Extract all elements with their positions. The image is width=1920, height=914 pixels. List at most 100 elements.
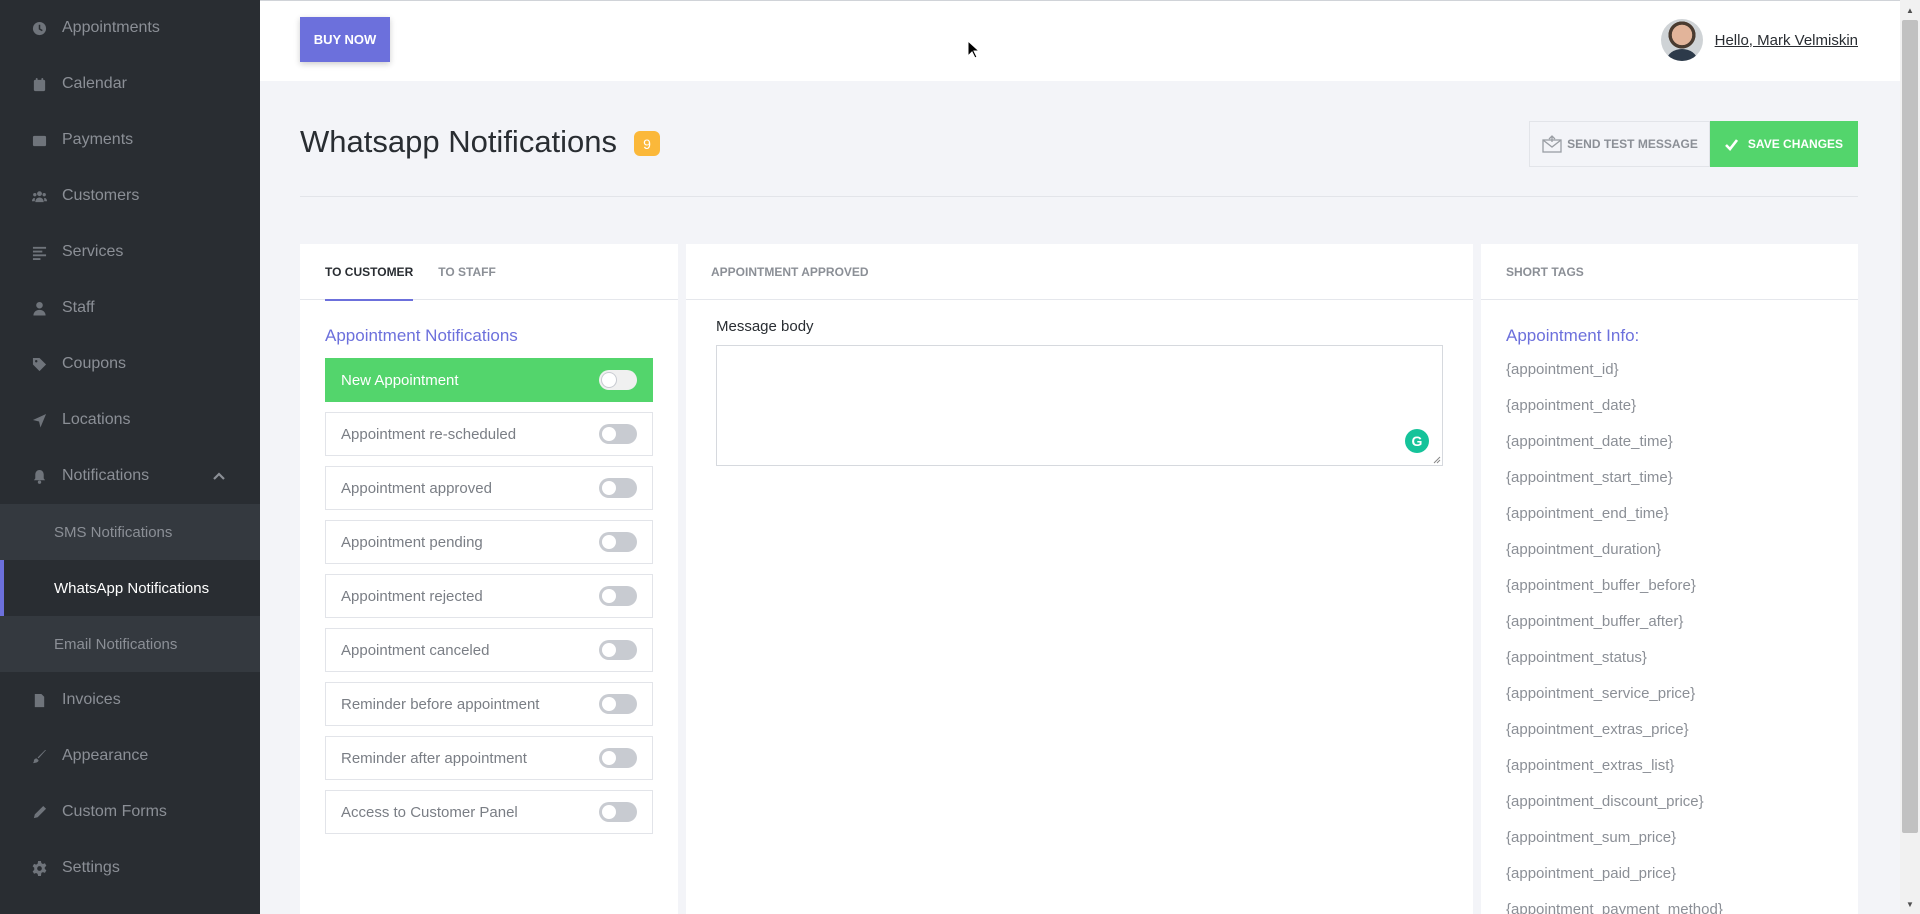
- sidebar-item-services[interactable]: Services: [0, 224, 260, 280]
- short-tag[interactable]: {appointment_extras_list}: [1481, 748, 1858, 784]
- sidebar-item-locations[interactable]: Locations: [0, 392, 260, 448]
- short-tag[interactable]: {appointment_discount_price}: [1481, 784, 1858, 820]
- notification-label: Reminder after appointment: [341, 749, 527, 767]
- sidebar-item-label: Coupons: [62, 355, 127, 372]
- sidebar-item-notifications[interactable]: Notifications: [0, 448, 260, 504]
- sidebar-item-payments[interactable]: Payments: [0, 112, 260, 168]
- short-tag[interactable]: {appointment_buffer_before}: [1481, 568, 1858, 604]
- notification-toggle[interactable]: [599, 640, 637, 660]
- sidebar-item-sms-notifications[interactable]: SMS Notifications: [0, 504, 260, 560]
- short-tag[interactable]: {appointment_end_time}: [1481, 496, 1858, 532]
- sidebar: Appointments Calendar Payments Customers…: [0, 0, 260, 914]
- notification-item-appointment-rescheduled[interactable]: Appointment re-scheduled: [325, 412, 653, 456]
- notification-toggle[interactable]: [599, 802, 637, 822]
- wallet-icon: [30, 131, 48, 149]
- sidebar-item-appointments[interactable]: Appointments: [0, 0, 260, 56]
- tab-to-customer[interactable]: TO CUSTOMER: [325, 244, 414, 301]
- send-test-message-label: SEND TEST MESSAGE: [1567, 137, 1698, 151]
- notification-toggle[interactable]: [599, 532, 637, 552]
- check-icon: [1725, 138, 1738, 151]
- notification-label: Access to Customer Panel: [341, 803, 518, 821]
- notification-toggle[interactable]: [599, 424, 637, 444]
- grammarly-icon[interactable]: G: [1405, 429, 1429, 453]
- message-body-textarea[interactable]: G: [716, 345, 1443, 466]
- notification-item-appointment-approved[interactable]: Appointment approved: [325, 466, 653, 510]
- page-title: Whatsapp Notifications: [300, 124, 618, 159]
- sidebar-item-whatsapp-notifications[interactable]: WhatsApp Notifications: [0, 560, 260, 616]
- avatar[interactable]: [1660, 19, 1703, 61]
- notification-item-appointment-canceled[interactable]: Appointment canceled: [325, 628, 653, 672]
- sidebar-item-email-notifications[interactable]: Email Notifications: [0, 616, 260, 672]
- notification-item-reminder-before[interactable]: Reminder before appointment: [325, 682, 653, 726]
- scroll-down-arrow-icon[interactable]: ▼: [1900, 896, 1920, 912]
- user-name-link[interactable]: Hello, Mark Velmiskin: [1715, 32, 1858, 49]
- notification-toggle[interactable]: [599, 748, 637, 768]
- save-changes-button[interactable]: SAVE CHANGES: [1710, 121, 1858, 167]
- sidebar-item-coupons[interactable]: Coupons: [0, 336, 260, 392]
- recipient-tabs: TO CUSTOMER TO STAFF: [300, 244, 678, 301]
- short-tag[interactable]: {appointment_buffer_after}: [1481, 604, 1858, 640]
- users-icon: [30, 187, 48, 205]
- notification-toggle[interactable]: [599, 478, 637, 498]
- buy-now-button[interactable]: BUY NOW: [300, 17, 390, 62]
- editor-title: APPOINTMENT APPROVED: [711, 264, 869, 279]
- short-tag[interactable]: {appointment_extras_price}: [1481, 712, 1858, 748]
- sidebar-item-settings[interactable]: Settings: [0, 840, 260, 896]
- notification-label: Appointment canceled: [341, 641, 490, 659]
- short-tag[interactable]: {appointment_date_time}: [1481, 424, 1858, 460]
- location-arrow-icon: [30, 411, 48, 429]
- sidebar-item-label: WhatsApp Notifications: [54, 579, 210, 597]
- short-tags-header: SHORT TAGS: [1481, 244, 1858, 300]
- user-menu[interactable]: Hello, Mark Velmiskin: [1660, 19, 1858, 61]
- short-tags-card: SHORT TAGS Appointment Info: {appointmen…: [1481, 244, 1858, 914]
- sidebar-item-staff[interactable]: Staff: [0, 280, 260, 336]
- sidebar-item-invoices[interactable]: Invoices: [0, 672, 260, 728]
- save-changes-label: SAVE CHANGES: [1747, 137, 1844, 151]
- short-tag[interactable]: {appointment_start_time}: [1481, 460, 1858, 496]
- sidebar-item-label: Services: [62, 243, 124, 260]
- sidebar-item-appearance[interactable]: Appearance: [0, 728, 260, 784]
- divider: [300, 196, 1858, 197]
- editor-header: APPOINTMENT APPROVED: [686, 244, 1473, 300]
- short-tag[interactable]: {appointment_service_price}: [1481, 676, 1858, 712]
- clock-icon: [30, 19, 48, 37]
- short-tag[interactable]: {appointment_duration}: [1481, 532, 1858, 568]
- sidebar-item-label: Appointments: [62, 19, 160, 36]
- notification-item-appointment-pending[interactable]: Appointment pending: [325, 520, 653, 564]
- short-tag[interactable]: {appointment_id}: [1481, 352, 1858, 388]
- sidebar-item-customers[interactable]: Customers: [0, 168, 260, 224]
- sidebar-item-label: Payments: [62, 131, 134, 148]
- sidebar-item-label: Staff: [62, 299, 95, 316]
- file-icon: [30, 691, 48, 709]
- gear-icon: [30, 859, 48, 877]
- sidebar-item-label: Custom Forms: [62, 803, 167, 820]
- notification-item-appointment-rejected[interactable]: Appointment rejected: [325, 574, 653, 618]
- short-tag[interactable]: {appointment_sum_price}: [1481, 820, 1858, 856]
- scrollbar-thumb[interactable]: [1902, 20, 1918, 833]
- short-tag[interactable]: {appointment_paid_price}: [1481, 856, 1858, 892]
- notifications-submenu: SMS Notifications WhatsApp Notifications…: [0, 504, 260, 672]
- sidebar-item-label: Notifications: [62, 467, 150, 484]
- short-tag[interactable]: {appointment_date}: [1481, 388, 1858, 424]
- short-tag[interactable]: {appointment_payment_method}: [1481, 892, 1858, 914]
- resize-handle-icon[interactable]: [1432, 455, 1441, 464]
- message-editor-card: APPOINTMENT APPROVED Message body G: [686, 244, 1473, 914]
- list-icon: [30, 243, 48, 261]
- notification-toggle[interactable]: [599, 694, 637, 714]
- notification-label: New Appointment: [341, 371, 459, 389]
- chevron-up-icon[interactable]: [212, 469, 226, 483]
- notification-item-reminder-after[interactable]: Reminder after appointment: [325, 736, 653, 780]
- tag-icon: [30, 355, 48, 373]
- send-test-message-button[interactable]: SEND TEST MESSAGE: [1529, 121, 1710, 167]
- notification-label: Reminder before appointment: [341, 695, 540, 713]
- sidebar-item-calendar[interactable]: Calendar: [0, 56, 260, 112]
- sidebar-item-custom-forms[interactable]: Custom Forms: [0, 784, 260, 840]
- bell-icon: [30, 467, 48, 485]
- scroll-up-arrow-icon[interactable]: ▲: [1900, 2, 1920, 18]
- short-tag[interactable]: {appointment_status}: [1481, 640, 1858, 676]
- notification-toggle[interactable]: [599, 586, 637, 606]
- tab-to-staff[interactable]: TO STAFF: [438, 244, 496, 300]
- notification-item-customer-panel-access[interactable]: Access to Customer Panel: [325, 790, 653, 834]
- notification-item-new-appointment[interactable]: New Appointment: [325, 358, 653, 402]
- notification-toggle[interactable]: [599, 370, 637, 390]
